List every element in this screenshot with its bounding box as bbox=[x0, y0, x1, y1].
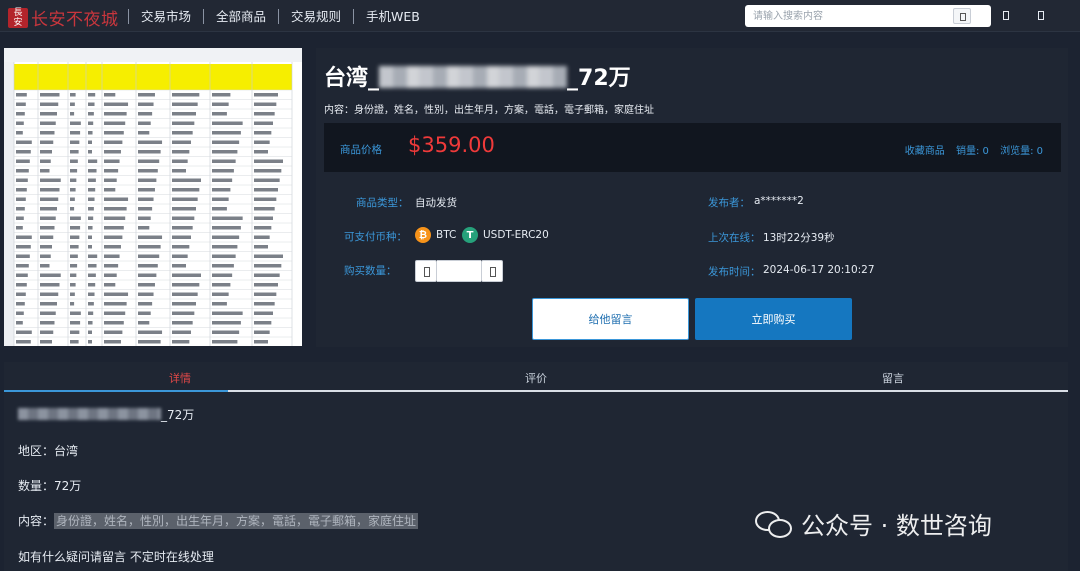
menu-icon[interactable] bbox=[1038, 11, 1044, 20]
detail-title: _72万 bbox=[18, 406, 194, 423]
spreadsheet-preview-image bbox=[4, 48, 302, 346]
quantity-label: 购买数量： bbox=[344, 265, 397, 277]
decrement-button[interactable] bbox=[415, 260, 437, 282]
redacted-text bbox=[379, 66, 568, 88]
tether-icon: T bbox=[462, 227, 478, 243]
tab-messages[interactable]: 留言 bbox=[882, 370, 904, 386]
detail-region: 地区：台湾 bbox=[18, 444, 79, 458]
last-online-value: 13时22分39秒 bbox=[763, 232, 835, 244]
logo-text: 长安不夜城 bbox=[31, 10, 119, 30]
site-logo[interactable]: 長安 长安不夜城 bbox=[8, 5, 119, 30]
quantity-input[interactable] bbox=[437, 260, 481, 282]
leave-message-button[interactable]: 给他留言 bbox=[532, 298, 689, 340]
detail-count: 数量：72万 bbox=[18, 479, 82, 493]
product-image bbox=[4, 48, 302, 346]
currency-btc: ₿ BTC bbox=[415, 227, 456, 243]
publisher-value: a*******2 bbox=[754, 195, 804, 207]
seal-icon: 長安 bbox=[8, 7, 28, 28]
increment-button[interactable] bbox=[481, 260, 503, 282]
price-value: $359.00 bbox=[408, 133, 495, 157]
active-tab-indicator bbox=[4, 390, 228, 392]
redacted-text bbox=[18, 408, 161, 420]
publish-time-value: 2024-06-17 20:10:27 bbox=[763, 264, 875, 276]
main-nav: 交易市场 全部商品 交易规则 手机WEB bbox=[128, 0, 432, 32]
last-online-label: 上次在线： bbox=[708, 232, 761, 244]
price-box: 商品价格 $359.00 收藏商品 销量: 0 浏览量: 0 bbox=[324, 123, 1061, 172]
publish-time-label: 发布时间： bbox=[708, 266, 761, 278]
top-navbar: 長安 长安不夜城 交易市场 全部商品 交易规则 手机WEB bbox=[0, 0, 1080, 32]
bitcoin-icon: ₿ bbox=[415, 227, 431, 243]
publisher-label: 发布者： bbox=[708, 197, 750, 209]
type-label: 商品类型： bbox=[356, 197, 409, 209]
view-count: 浏览量: 0 bbox=[1000, 146, 1043, 157]
favorite-link[interactable]: 收藏商品 bbox=[905, 146, 945, 157]
buy-now-button[interactable]: 立即购买 bbox=[695, 298, 852, 340]
user-icon[interactable] bbox=[1003, 11, 1009, 20]
type-value: 自动发货 bbox=[415, 197, 457, 209]
search-box bbox=[745, 5, 991, 27]
nav-all-products[interactable]: 全部商品 bbox=[203, 8, 278, 24]
currency-usdt: T USDT-ERC20 bbox=[462, 227, 549, 243]
currency-label: 可支付币种： bbox=[344, 231, 407, 243]
product-info-panel: 台湾_ _72万 内容：身份證，姓名，性別，出生年月，方案，電話，電子郵箱，家庭住… bbox=[316, 48, 1068, 347]
tab-bar: 详情 评价 留言 bbox=[4, 362, 1068, 392]
search-input[interactable] bbox=[753, 5, 943, 27]
nav-market[interactable]: 交易市场 bbox=[128, 8, 203, 24]
price-stats: 收藏商品 销量: 0 浏览量: 0 bbox=[897, 142, 1043, 157]
wechat-icon bbox=[755, 509, 793, 539]
nav-mobile-web[interactable]: 手机WEB bbox=[353, 8, 432, 24]
sales-count: 销量: 0 bbox=[955, 146, 989, 157]
nav-rules[interactable]: 交易规则 bbox=[278, 8, 353, 24]
product-title: 台湾_ _72万 bbox=[324, 66, 631, 91]
tab-reviews[interactable]: 评价 bbox=[525, 370, 547, 386]
detail-content: 内容： 身份證，姓名，性別，出生年月，方案，電話，電子郵箱，家庭住址 bbox=[18, 513, 419, 529]
product-content-summary: 内容：身份證，姓名，性別，出生年月，方案，電話，電子郵箱，家庭住址 bbox=[324, 105, 654, 116]
tab-details[interactable]: 详情 bbox=[169, 370, 191, 386]
price-label: 商品价格 bbox=[340, 144, 382, 156]
detail-note: 如有什么疑问请留言 不定时在线处理 bbox=[18, 550, 214, 564]
watermark: 公众号 · 数世咨询 bbox=[755, 506, 992, 541]
quantity-stepper bbox=[415, 260, 503, 282]
search-icon[interactable] bbox=[953, 8, 971, 24]
